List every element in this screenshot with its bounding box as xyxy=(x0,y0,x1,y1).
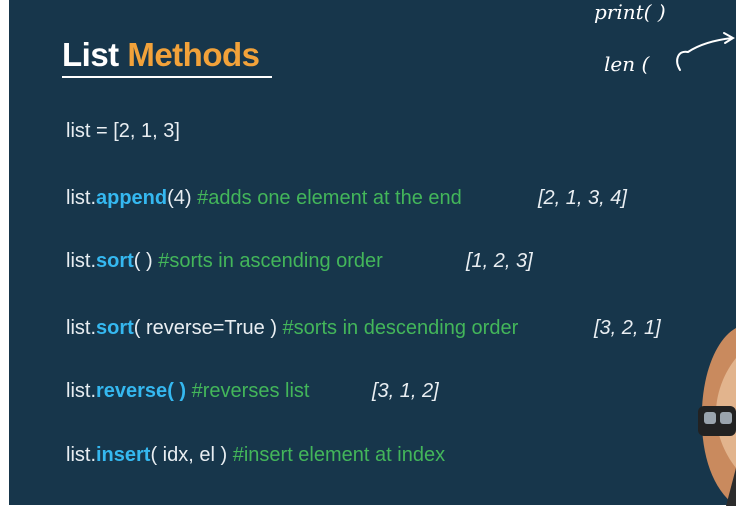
code-prefix: list. xyxy=(66,444,96,466)
method-name: sort xyxy=(96,317,134,339)
code-text: list = [2, 1, 3] xyxy=(66,120,180,142)
code-prefix: list. xyxy=(66,250,96,272)
title-word-methods: Methods xyxy=(127,36,260,73)
code-line-insert: list.insert( idx, el ) #insert element a… xyxy=(66,444,445,467)
method-name: reverse xyxy=(96,380,168,402)
result-text: [2, 1, 3, 4] xyxy=(538,187,627,209)
presenter-video-thumbnail xyxy=(698,328,736,506)
method-args: ( idx, el ) xyxy=(150,444,228,466)
code-prefix: list. xyxy=(66,380,96,402)
code-comment: #insert element at index xyxy=(232,444,446,466)
code-comment: #sorts in descending order xyxy=(282,317,519,339)
result-text: [3, 1, 2] xyxy=(372,380,439,402)
method-name: append xyxy=(96,187,168,209)
code-line-list-definition: list = [2, 1, 3] xyxy=(66,120,180,143)
result-sort: [1, 2, 3] xyxy=(466,250,533,273)
code-line-sort-reverse: list.sort( reverse=True ) #sorts in desc… xyxy=(66,317,518,340)
method-name: insert xyxy=(96,444,151,466)
code-comment: #sorts in ascending order xyxy=(158,250,383,272)
code-line-append: list.append(4) #adds one element at the … xyxy=(66,187,462,210)
result-text: [3, 2, 1] xyxy=(594,317,661,339)
method-args: ( ) xyxy=(133,250,153,272)
code-prefix: list. xyxy=(66,187,96,209)
result-text: [1, 2, 3] xyxy=(466,250,533,272)
code-line-reverse: list.reverse( ) #reverses list xyxy=(66,380,309,403)
slide-title: List Methods xyxy=(62,36,260,74)
handwritten-len: len ( xyxy=(604,52,650,76)
code-prefix: list. xyxy=(66,317,96,339)
method-args: ( ) xyxy=(167,380,187,402)
code-comment: #adds one element at the end xyxy=(197,187,462,209)
handwritten-arrow-icon xyxy=(676,32,735,71)
frame-left-border xyxy=(0,0,9,523)
method-name: sort xyxy=(96,250,134,272)
frame-bottom-border xyxy=(0,505,736,523)
handwritten-print: print( ) xyxy=(594,0,666,24)
title-underline xyxy=(62,76,272,78)
result-reverse: [3, 1, 2] xyxy=(372,380,439,403)
title-word-list: List xyxy=(62,36,119,73)
code-comment: #reverses list xyxy=(191,380,310,402)
method-args: ( reverse=True ) xyxy=(133,317,277,339)
result-sort-reverse: [3, 2, 1] xyxy=(594,317,661,340)
code-line-sort: list.sort( ) #sorts in ascending order xyxy=(66,250,383,273)
method-args: (4) xyxy=(167,187,192,209)
result-append: [2, 1, 3, 4] xyxy=(538,187,627,210)
